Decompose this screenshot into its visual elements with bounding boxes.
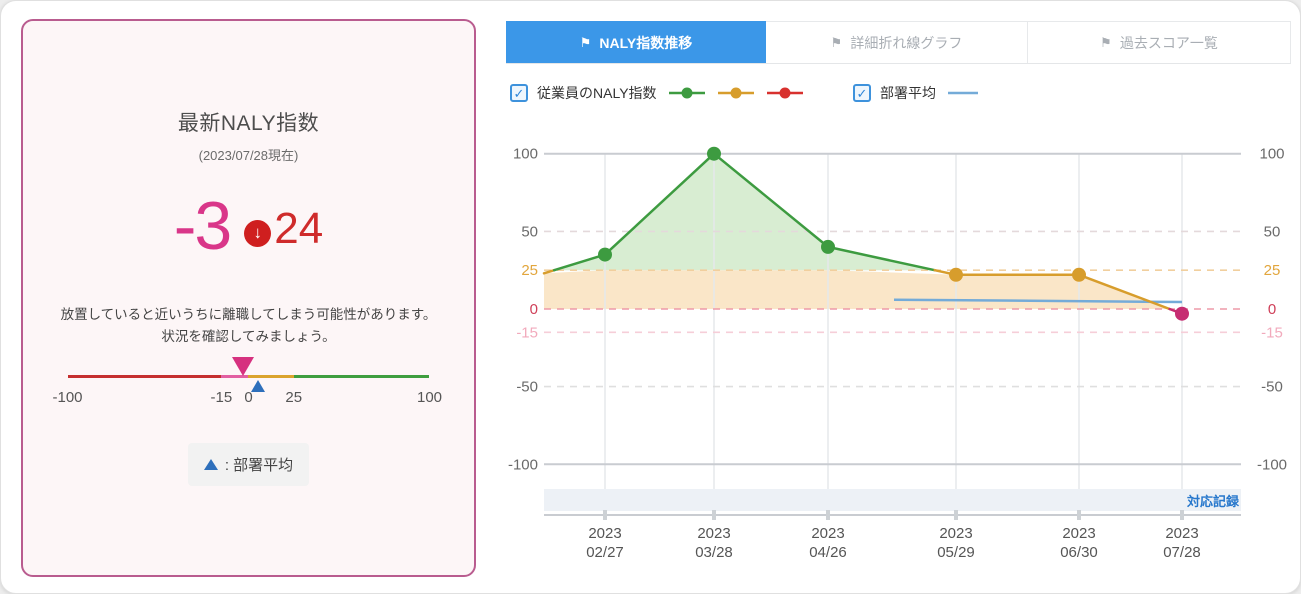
- gauge-tick-label: -15: [210, 388, 233, 406]
- gauge-segment: [293, 374, 430, 379]
- svg-text:202304/26: 2023 04/26: [809, 525, 847, 561]
- svg-text:-50: -50: [1261, 379, 1283, 396]
- legend-marker-good-icon: [668, 87, 705, 99]
- svg-text:-15: -15: [516, 324, 538, 341]
- svg-text:0: 0: [1268, 301, 1276, 318]
- employee-series-label: 従業員のNALY指数: [537, 85, 657, 101]
- gauge-segment: [248, 374, 294, 379]
- data-point-dot[interactable]: [949, 267, 963, 282]
- gauge-tick-label: 0: [244, 388, 253, 406]
- tab-label: 過去スコア一覧: [1119, 34, 1218, 51]
- arrow-down-icon: ↓: [244, 219, 272, 247]
- svg-text:-50: -50: [516, 379, 538, 396]
- svg-text:25: 25: [521, 262, 538, 279]
- legend-marker-average-icon: [948, 91, 978, 95]
- tab-label: NALY指数推移: [599, 34, 693, 51]
- svg-text:-15: -15: [1261, 324, 1283, 341]
- dept-average-legend-chip: : 部署平均: [187, 442, 310, 486]
- warning-line-1: 放置していると近いうちに離職してしまう可能性があります。: [60, 307, 437, 322]
- dept-average-legend-text: : 部署平均: [224, 456, 294, 474]
- legend-marker-warn-icon: [717, 87, 754, 99]
- svg-text:25: 25: [1264, 262, 1281, 279]
- latest-score-card: 最新NALY指数 (2023/07/28現在) -3 ↓ 24 放置していると近…: [21, 19, 476, 577]
- score-marker-icon: [232, 356, 255, 376]
- svg-text:202307/28: 2023 07/28: [1163, 525, 1201, 561]
- check-icon: ✓: [856, 85, 868, 101]
- svg-text:-100: -100: [1257, 456, 1287, 473]
- svg-text:202302/27: 2023 02/27: [586, 525, 624, 561]
- data-point-dot[interactable]: [1175, 306, 1189, 321]
- score-row: -3 ↓ 24: [23, 188, 474, 264]
- svg-text:-100: -100: [508, 456, 538, 473]
- gauge-tick-label: 100: [416, 388, 443, 406]
- action-record-button[interactable]: 対応記録: [1131, 491, 1239, 510]
- latest-score-value: -3: [173, 188, 232, 264]
- legend-marker-danger-icon: [766, 87, 803, 99]
- card-title: 最新NALY指数: [177, 112, 320, 135]
- card-as-of-date: (2023/07/28現在): [198, 148, 299, 163]
- svg-text:202305/29: 2023 05/29: [937, 525, 975, 561]
- flag-icon: ⚑: [579, 34, 592, 50]
- svg-text:50: 50: [1264, 223, 1281, 240]
- svg-text:0: 0: [530, 301, 538, 318]
- data-point-dot[interactable]: [707, 146, 721, 161]
- tab-detail-line-graph[interactable]: ⚑ 詳細折れ線グラフ: [766, 21, 1028, 63]
- tab-past-score-list[interactable]: ⚑ 過去スコア一覧: [1028, 21, 1291, 63]
- naly-trend-chart: 100 100 50 50 25 25 0 0 -15 -15 -50 -50 -100 -100 2023…: [508, 146, 1287, 561]
- warning-text: 放置していると近いうちに離職してしまう可能性があります。 状況を確認してみましょ…: [23, 304, 474, 349]
- triangle-up-icon: [203, 458, 218, 470]
- flag-icon: ⚑: [830, 34, 843, 50]
- chart-legend-row: ✓ 従業員のNALY指数 ✓ 部署平均: [506, 83, 1291, 113]
- dept-average-label: 部署平均: [880, 85, 936, 101]
- naly-dashboard: 最新NALY指数 (2023/07/28現在) -3 ↓ 24 放置していると近…: [0, 0, 1301, 594]
- employee-series-checkbox[interactable]: ✓: [510, 84, 528, 102]
- score-delta-value: 24: [274, 204, 324, 253]
- chart-tabs: ⚑ NALY指数推移 ⚑ 詳細折れ線グラフ ⚑ 過去スコア一覧: [506, 21, 1291, 64]
- gauge-tick-label: 25: [285, 388, 303, 406]
- svg-text:100: 100: [1259, 146, 1284, 163]
- tab-label: 詳細折れ線グラフ: [850, 34, 963, 51]
- tab-naly-index-trend[interactable]: ⚑ NALY指数推移: [506, 21, 766, 63]
- data-point-dot[interactable]: [1072, 267, 1086, 282]
- data-point-dot[interactable]: [821, 239, 835, 254]
- employee-series-control: ✓ 従業員のNALY指数: [510, 83, 804, 103]
- warning-line-2: 状況を確認してみましょう。: [161, 329, 336, 345]
- gauge-segment: [67, 374, 222, 379]
- data-point-dot[interactable]: [598, 247, 612, 262]
- x-axis-labels: 2023 02/27 2023 03/28 2023 04/26 2023 05/29 2023…: [586, 510, 1201, 561]
- svg-text:202306/30: 2023 06/30: [1060, 525, 1098, 561]
- svg-text:50: 50: [521, 223, 538, 240]
- check-icon: ✓: [513, 85, 525, 101]
- gauge-tick-label: -100: [52, 388, 83, 406]
- score-gauge: -100 -15 0 25 100: [52, 355, 442, 427]
- svg-text:100: 100: [513, 146, 538, 163]
- dept-average-checkbox[interactable]: ✓: [853, 84, 871, 102]
- svg-text:202303/28: 2023 03/28: [695, 525, 733, 561]
- flag-icon: ⚑: [1100, 34, 1112, 50]
- dept-average-control: ✓ 部署平均: [853, 83, 979, 103]
